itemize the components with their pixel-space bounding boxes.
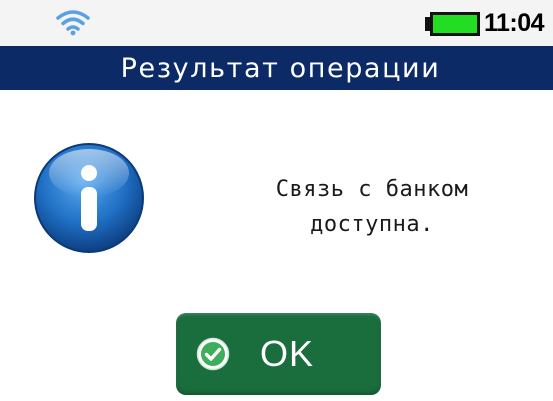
wifi-icon: [56, 10, 90, 36]
ok-button-label: OK: [260, 333, 315, 374]
message-line-1: Связь с банком: [275, 177, 469, 202]
page-title: Результат операции: [120, 52, 441, 84]
battery-icon: [425, 12, 480, 36]
title-bar: Результат операции: [0, 46, 553, 90]
check-icon: [196, 337, 230, 371]
result-message: Связь с банком доступна.: [222, 172, 522, 242]
message-line-2: доступна.: [310, 212, 434, 237]
status-bar: 11:04: [0, 0, 553, 46]
clock-time: 11:04: [484, 9, 545, 37]
ok-button[interactable]: OK: [176, 313, 381, 395]
info-icon: [34, 143, 144, 253]
